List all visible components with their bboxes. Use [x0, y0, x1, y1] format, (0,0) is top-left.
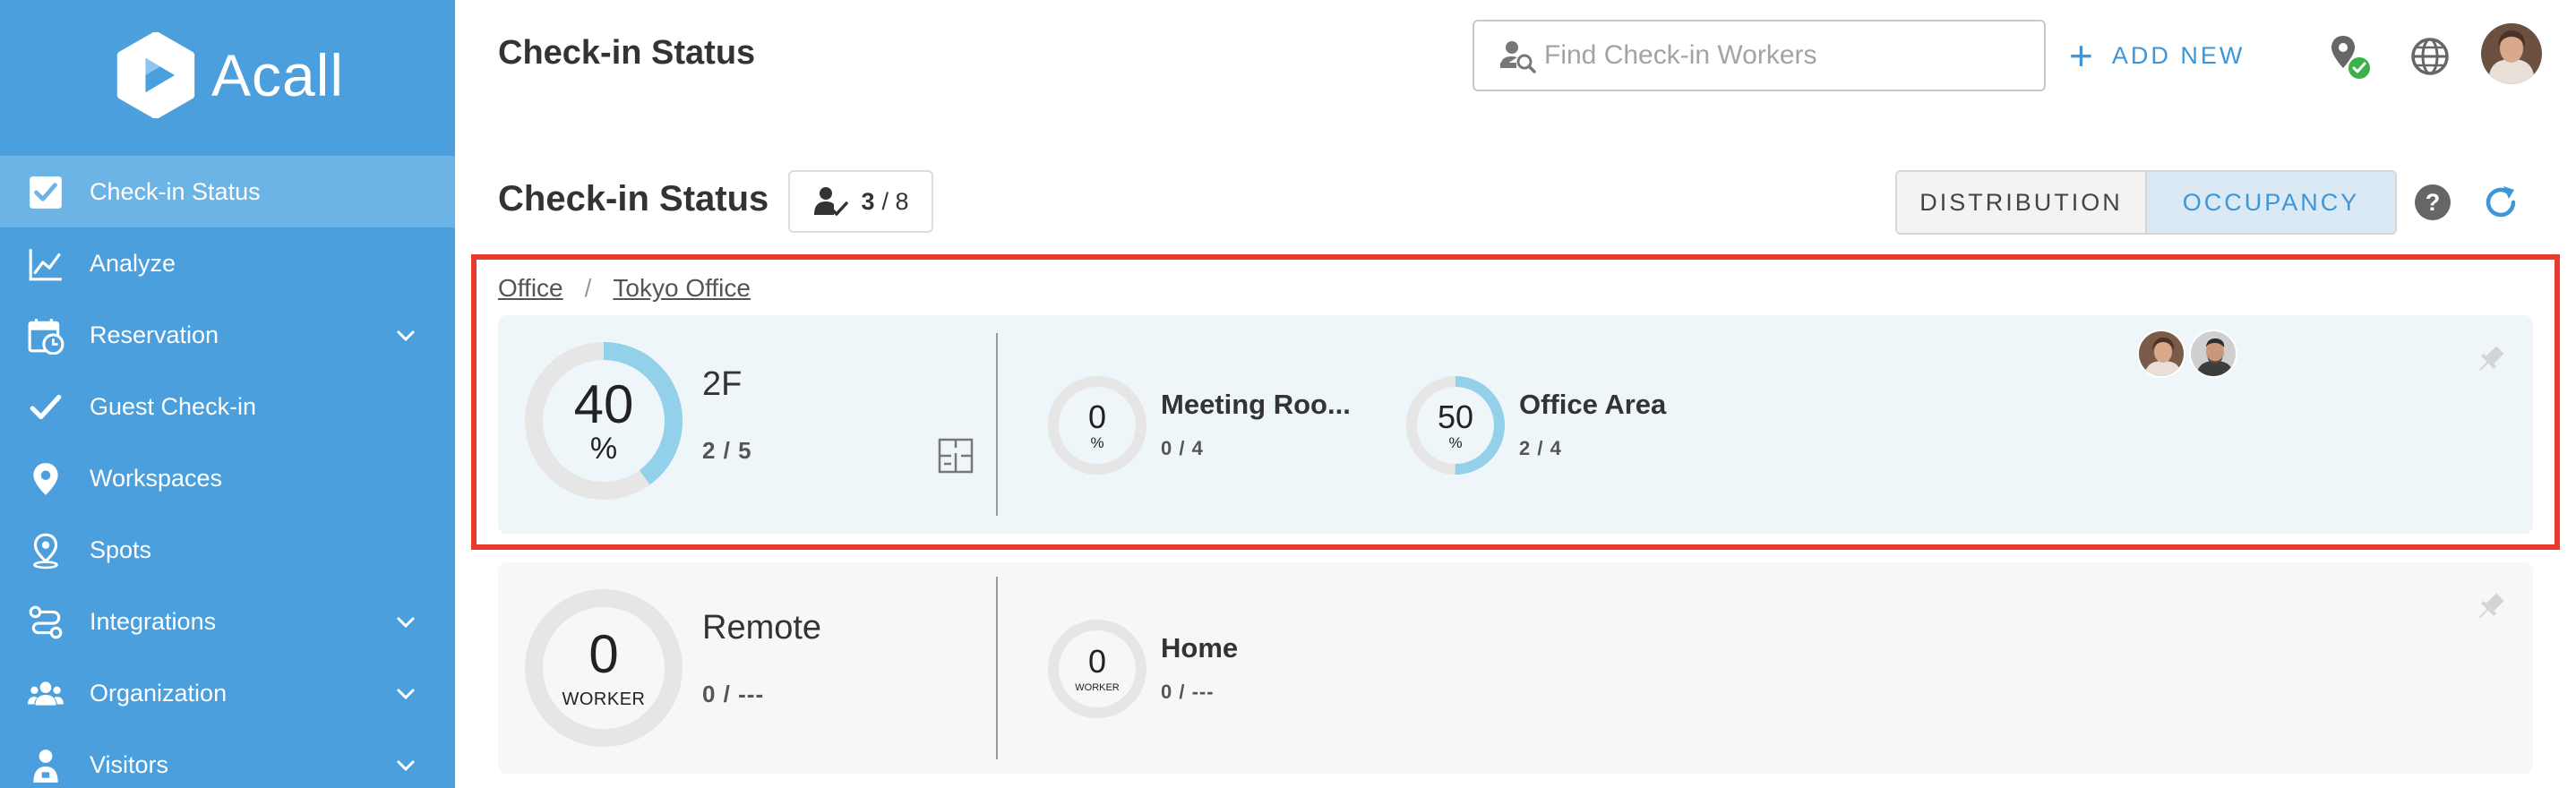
sidebar-item-integrations[interactable]: Integrations: [0, 586, 455, 657]
remote-count: 0 / ---: [702, 681, 765, 707]
floor-occupancy-donut: 40 %: [523, 340, 684, 501]
search-box[interactable]: [1473, 20, 2046, 91]
remote-worker-count: 0: [588, 624, 619, 684]
sidebar-item-reservation[interactable]: Reservation: [0, 299, 455, 371]
chart-line-icon: [25, 244, 66, 285]
home-worker-unit: WORKER: [1075, 681, 1120, 693]
pin-icon[interactable]: [2472, 589, 2508, 625]
breadcrumb-tokyo-office[interactable]: Tokyo Office: [613, 274, 751, 303]
area-count: 0 / ---: [1161, 681, 1215, 703]
area-occupancy-unit: %: [1090, 433, 1104, 451]
sidebar-item-label: Visitors: [90, 750, 169, 778]
calendar-clock-icon: [25, 315, 66, 356]
floor-occupancy-unit: %: [589, 432, 618, 466]
sidebar-item-organization[interactable]: Organization: [0, 657, 455, 729]
remote-worker-unit: WORKER: [562, 690, 646, 709]
breadcrumb-office[interactable]: Office: [498, 274, 563, 303]
home-worker-count: 0: [1087, 642, 1107, 680]
section-title: Check-in Status: [498, 179, 769, 218]
sidebar-item-label: Reservation: [90, 321, 219, 348]
add-new-label: ADD NEW: [2111, 41, 2245, 69]
sidebar-item-visitors[interactable]: Visitors: [0, 729, 455, 788]
logo-text: Acall: [211, 42, 345, 108]
check-icon: [25, 387, 66, 428]
remote-worker-ring: 0 WORKER: [523, 587, 684, 749]
acall-logo[interactable]: Acall: [113, 32, 382, 118]
sidebar-item-label: Guest Check-in: [90, 392, 257, 420]
sidebar-item-label: Workspaces: [90, 464, 223, 492]
sidebar-item-workspaces[interactable]: Workspaces: [0, 442, 455, 514]
occupancy-tab[interactable]: OCCUPANCY: [2147, 172, 2395, 233]
remote-card[interactable]: 0 WORKER Remote 0 / --- 0 WORKER Home 0 …: [498, 562, 2533, 774]
distribution-tab[interactable]: DISTRIBUTION: [1897, 172, 2147, 233]
total-count: / 8: [881, 187, 909, 215]
sidebar-item-label: Integrations: [90, 607, 217, 635]
sidebar-item-check-in-status[interactable]: Check-in Status: [0, 156, 455, 227]
card-divider: [996, 577, 998, 759]
user-check-icon: [814, 187, 849, 216]
sidebar-item-label: Spots: [90, 535, 152, 563]
sidebar-nav: Check-in Status Analyze Reservation Gues…: [0, 156, 455, 788]
floor-name: 2F: [702, 365, 743, 403]
chevron-down-icon[interactable]: [392, 681, 419, 707]
help-icon[interactable]: ?: [2413, 183, 2452, 222]
checkbox-icon: [25, 172, 66, 213]
area-name: Office Area: [1519, 389, 1667, 420]
home-worker-ring: 0 WORKER: [1046, 618, 1148, 720]
user-search-icon: [1500, 41, 1536, 73]
search-input[interactable]: [1544, 40, 2010, 71]
sidebar-item-label: Check-in Status: [90, 177, 261, 205]
visitor-icon: [25, 745, 66, 786]
svg-text:?: ?: [2426, 189, 2441, 216]
area-count: 0 / 4: [1161, 437, 1204, 459]
area-home[interactable]: 0 WORKER Home 0 / ---: [1046, 618, 1404, 725]
area-name: Meeting Roo...: [1161, 389, 1351, 420]
area-occupancy-percent: 50: [1437, 398, 1474, 435]
area-occupancy-donut: 50 %: [1404, 374, 1507, 476]
pin-icon[interactable]: [2472, 342, 2508, 378]
chevron-down-icon[interactable]: [392, 322, 419, 349]
sidebar-item-label: Organization: [90, 679, 228, 707]
user-avatar[interactable]: [2481, 23, 2542, 84]
view-toggle: DISTRIBUTION OCCUPANCY: [1895, 170, 2397, 235]
floor-card-2f[interactable]: 40 % 2F 2 / 5 0 % Meeting Roo... 0 / 4 5…: [498, 315, 2533, 534]
card-divider: [996, 333, 998, 516]
worker-avatar[interactable]: [2189, 330, 2237, 378]
map-pin-icon: [25, 458, 66, 500]
page-title: Check-in Status: [498, 34, 756, 72]
sidebar-item-analyze[interactable]: Analyze: [0, 227, 455, 299]
add-new-button[interactable]: + ADD NEW: [2069, 34, 2245, 77]
integrations-icon: [25, 602, 66, 643]
area-office-area[interactable]: 50 % Office Area 2 / 4: [1404, 374, 1763, 482]
pin-spot-icon: [25, 530, 66, 571]
area-name: Home: [1161, 632, 1239, 664]
chevron-down-icon[interactable]: [392, 609, 419, 636]
remote-name: Remote: [702, 609, 822, 647]
breadcrumb-separator: /: [584, 274, 592, 302]
floor-count: 2 / 5: [702, 437, 752, 464]
acall-logo-icon: [116, 32, 195, 118]
sidebar-item-guest-check-in[interactable]: Guest Check-in: [0, 371, 455, 442]
refresh-icon[interactable]: [2481, 183, 2520, 222]
area-count: 2 / 4: [1519, 437, 1562, 459]
sidebar-item-label: Analyze: [90, 249, 176, 277]
sidebar-item-spots[interactable]: Spots: [0, 514, 455, 586]
users-icon: [25, 673, 66, 715]
globe-icon[interactable]: [2406, 32, 2454, 81]
location-check-icon[interactable]: [2325, 32, 2374, 81]
area-meeting-room[interactable]: 0 % Meeting Roo... 0 / 4: [1046, 374, 1404, 482]
breadcrumb: Office / Tokyo Office: [498, 274, 751, 303]
area-occupancy-donut: 0 %: [1046, 374, 1148, 476]
sidebar: Acall Check-in Status Analyze Reservatio…: [0, 0, 455, 788]
area-occupancy-percent: 0: [1087, 398, 1107, 435]
checked-in-count: 3: [861, 187, 875, 215]
floor-occupancy-percent: 40: [573, 374, 634, 434]
floor-map-icon[interactable]: [937, 437, 975, 475]
chevron-down-icon[interactable]: [392, 752, 419, 779]
plus-icon: +: [2069, 32, 2096, 79]
area-occupancy-unit: %: [1448, 433, 1463, 451]
checked-in-count-badge: 3 / 8: [788, 170, 933, 233]
worker-avatar[interactable]: [2137, 330, 2185, 378]
